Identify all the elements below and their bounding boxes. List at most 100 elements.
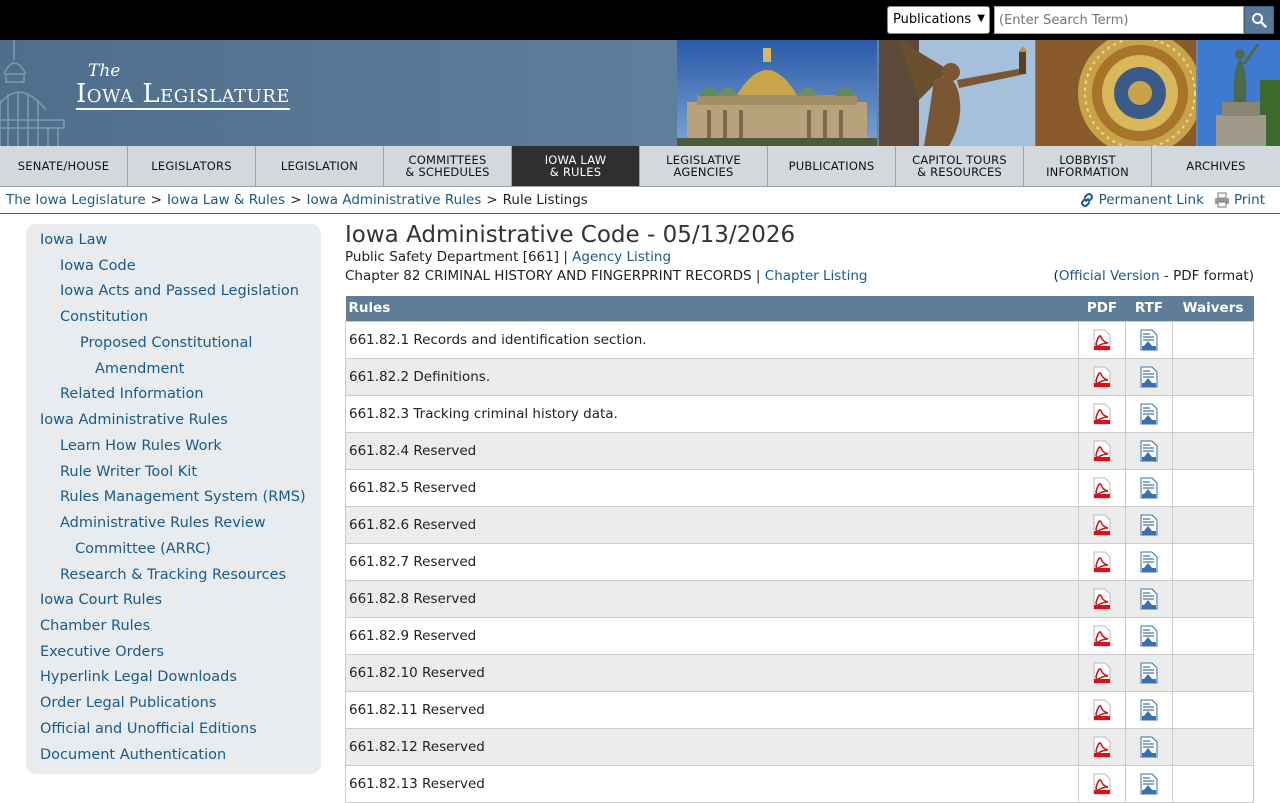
- waivers-cell: [1172, 616, 1254, 655]
- department-name: Public Safety Department [661]: [345, 249, 560, 265]
- nav-capitol-tours-resources[interactable]: CAPITOL TOURS & RESOURCES: [896, 146, 1024, 186]
- sidebar-item-executive-orders[interactable]: Executive Orders: [40, 644, 164, 660]
- sidebar-item-chamber-rules[interactable]: Chamber Rules: [40, 618, 150, 634]
- waivers-cell: [1172, 690, 1254, 729]
- rtf-download-cell[interactable]: [1125, 431, 1173, 470]
- sidebar-item-constitution[interactable]: Constitution: [60, 309, 148, 325]
- rtf-download-cell[interactable]: [1125, 727, 1173, 766]
- waivers-cell: [1172, 579, 1254, 618]
- sidebar-item-proposed-amendment[interactable]: Proposed Constitutional: [80, 335, 252, 351]
- pdf-download-cell[interactable]: [1078, 431, 1126, 470]
- breadcrumb-separator: >: [150, 192, 162, 208]
- nav-senate-house[interactable]: SENATE/HOUSE: [0, 146, 128, 186]
- chapter-listing-link[interactable]: Chapter Listing: [765, 268, 868, 284]
- rule-title: 661.82.12 Reserved: [345, 727, 1079, 766]
- rtf-download-cell[interactable]: [1125, 653, 1173, 692]
- rtf-file-icon: [1140, 366, 1158, 387]
- pdf-file-icon: [1093, 329, 1111, 350]
- rules-table-body: 661.82.1 Records and identification sect…: [345, 320, 1254, 803]
- rtf-download-cell[interactable]: [1125, 320, 1173, 359]
- waivers-cell: [1172, 653, 1254, 692]
- breadcrumb-link-iowa-law-rules[interactable]: Iowa Law & Rules: [167, 192, 285, 208]
- table-row: 661.82.3 Tracking criminal history data.: [345, 394, 1254, 433]
- table-row: 661.82.8 Reserved: [345, 579, 1254, 618]
- sidebar-item-proposed-amendment-cont[interactable]: Amendment: [95, 361, 184, 377]
- search-input[interactable]: [994, 6, 1244, 34]
- rtf-download-cell[interactable]: [1125, 616, 1173, 655]
- sidebar-item-arrc-cont[interactable]: Committee (ARRC): [75, 541, 211, 557]
- table-row: 661.82.2 Definitions.: [345, 357, 1254, 396]
- waivers-cell: [1172, 394, 1254, 433]
- rtf-file-icon: [1140, 514, 1158, 535]
- breadcrumb-link-administrative-rules[interactable]: Iowa Administrative Rules: [306, 192, 481, 208]
- nav-legislative-agencies[interactable]: LEGISLATIVE AGENCIES: [640, 146, 768, 186]
- pdf-download-cell[interactable]: [1078, 690, 1126, 729]
- pdf-file-icon: [1093, 551, 1111, 572]
- sidebar-item-order-publications[interactable]: Order Legal Publications: [40, 695, 216, 711]
- search-button[interactable]: [1244, 6, 1274, 34]
- sidebar-item-iowa-law[interactable]: Iowa Law: [40, 232, 107, 248]
- agency-listing-link[interactable]: Agency Listing: [572, 249, 671, 265]
- pdf-download-cell[interactable]: [1078, 394, 1126, 433]
- table-row: 661.82.11 Reserved: [345, 690, 1254, 729]
- sidebar-item-rule-writer-tool-kit[interactable]: Rule Writer Tool Kit: [60, 464, 197, 480]
- waivers-cell: [1172, 468, 1254, 507]
- official-version-link[interactable]: Official Version: [1059, 268, 1160, 284]
- rtf-download-cell[interactable]: [1125, 505, 1173, 544]
- sidebar-item-hyperlink-downloads[interactable]: Hyperlink Legal Downloads: [40, 669, 237, 685]
- waivers-cell: [1172, 727, 1254, 766]
- waivers-cell: [1172, 542, 1254, 581]
- sidebar-item-learn-how-rules-work[interactable]: Learn How Rules Work: [60, 438, 222, 454]
- pdf-download-cell[interactable]: [1078, 616, 1126, 655]
- waivers-cell: [1172, 764, 1254, 803]
- rtf-download-cell[interactable]: [1125, 357, 1173, 396]
- pdf-download-cell[interactable]: [1078, 320, 1126, 359]
- nav-legislation[interactable]: LEGISLATION: [256, 146, 384, 186]
- rtf-download-cell[interactable]: [1125, 542, 1173, 581]
- rtf-download-cell[interactable]: [1125, 468, 1173, 507]
- rtf-download-cell[interactable]: [1125, 394, 1173, 433]
- search-scope-value: Publications: [893, 12, 972, 27]
- sidebar-item-research-tracking[interactable]: Research & Tracking Resources: [60, 567, 286, 583]
- permanent-link-button[interactable]: Permanent Link: [1079, 192, 1204, 208]
- nav-legislators[interactable]: LEGISLATORS: [128, 146, 256, 186]
- nav-iowa-law-rules[interactable]: IOWA LAW & RULES: [512, 146, 640, 186]
- sidebar-item-iowa-acts[interactable]: Iowa Acts and Passed Legislation: [60, 283, 299, 299]
- sidebar-item-administrative-rules[interactable]: Iowa Administrative Rules: [40, 412, 228, 428]
- pdf-file-icon: [1093, 440, 1111, 461]
- rule-title: 661.82.8 Reserved: [345, 579, 1079, 618]
- breadcrumb-link-iowa-legislature[interactable]: The Iowa Legislature: [6, 192, 146, 208]
- pdf-download-cell[interactable]: [1078, 505, 1126, 544]
- pdf-download-cell[interactable]: [1078, 357, 1126, 396]
- nav-committees-schedules[interactable]: COMMITTEES & SCHEDULES: [384, 146, 512, 186]
- sidebar-item-arrc[interactable]: Administrative Rules Review: [60, 515, 266, 531]
- sidebar-item-iowa-code[interactable]: Iowa Code: [60, 258, 136, 274]
- rtf-download-cell[interactable]: [1125, 690, 1173, 729]
- column-statue-photo: [1198, 40, 1280, 146]
- nav-lobbyist-information[interactable]: LOBBYIST INFORMATION: [1024, 146, 1152, 186]
- pdf-download-cell[interactable]: [1078, 653, 1126, 692]
- sidebar-item-document-authentication[interactable]: Document Authentication: [40, 747, 226, 763]
- sidebar-item-rms[interactable]: Rules Management System (RMS): [60, 489, 306, 505]
- rtf-download-cell[interactable]: [1125, 579, 1173, 618]
- breadcrumb: The Iowa Legislature > Iowa Law & Rules > Io…: [6, 192, 588, 208]
- site-logo[interactable]: The Iowa Legislature: [76, 62, 290, 110]
- nav-publications[interactable]: PUBLICATIONS: [768, 146, 896, 186]
- sidebar-item-court-rules[interactable]: Iowa Court Rules: [40, 592, 162, 608]
- chevron-down-icon: ▼: [977, 13, 985, 24]
- meta-separator: |: [563, 249, 568, 265]
- chapter-line: Chapter 82 CRIMINAL HISTORY AND FINGERPR…: [345, 267, 1254, 286]
- pdf-download-cell[interactable]: [1078, 542, 1126, 581]
- pdf-download-cell[interactable]: [1078, 764, 1126, 803]
- nav-archives[interactable]: ARCHIVES: [1152, 146, 1280, 186]
- sidebar-item-editions[interactable]: Official and Unofficial Editions: [40, 721, 257, 737]
- pdf-download-cell[interactable]: [1078, 579, 1126, 618]
- print-button[interactable]: Print: [1214, 192, 1265, 208]
- official-format: - PDF format): [1159, 268, 1254, 284]
- search-scope-select[interactable]: Publications ▼: [887, 6, 990, 34]
- rtf-download-cell[interactable]: [1125, 764, 1173, 803]
- table-row: 661.82.13 Reserved: [345, 764, 1254, 803]
- pdf-download-cell[interactable]: [1078, 468, 1126, 507]
- pdf-download-cell[interactable]: [1078, 727, 1126, 766]
- sidebar-item-related-information[interactable]: Related Information: [60, 386, 204, 402]
